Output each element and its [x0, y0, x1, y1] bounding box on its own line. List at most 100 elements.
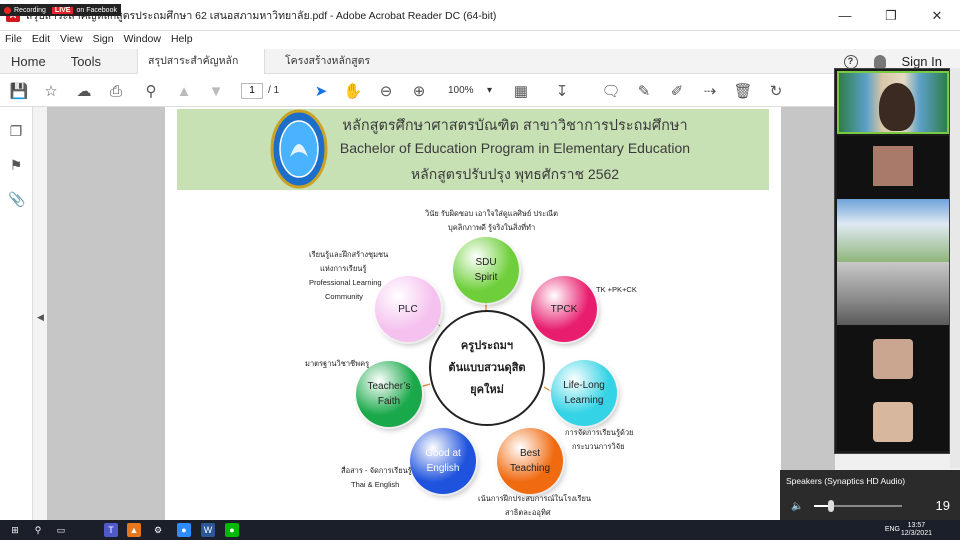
recording-label: Recording [14, 6, 46, 14]
tab-tools[interactable]: Tools [57, 54, 115, 69]
word-icon[interactable]: W [201, 523, 215, 537]
video-participants-panel [834, 68, 950, 454]
settings-gear-icon[interactable]: ⚙ [151, 523, 165, 537]
document-tab-active[interactable]: สรุปสาระสำคัญหลักสูต... ✕ [137, 48, 266, 92]
chevron-left-icon: ◀ [37, 312, 44, 322]
zoom-in-icon[interactable]: ⊕ [410, 82, 428, 100]
task-view-icon[interactable]: ▭ [54, 523, 68, 537]
star-icon[interactable]: ☆ [42, 82, 60, 100]
print-icon[interactable]: ⎙ [107, 82, 125, 100]
bookmark-icon[interactable]: ⚑ [8, 157, 24, 173]
restore-button[interactable]: ❐ [868, 0, 914, 31]
clock-date: 12/3/2021 [900, 530, 932, 537]
menu-file[interactable]: File [0, 31, 27, 49]
sign-in-link[interactable]: Sign In [902, 54, 942, 69]
select-cursor-icon[interactable]: ➤ [312, 82, 330, 100]
bell-icon[interactable] [873, 55, 886, 68]
sign-pen-icon[interactable]: ✐ [668, 82, 686, 100]
windows-start-icon[interactable]: ⊞ [8, 523, 22, 537]
title-bar: A สรุปสาระสำคัญหลักสูตรประถมศึกษา 62 เสน… [0, 0, 960, 31]
best-annotation-1: เน้นการฝึกประสบการณ์ในโรงเรียน [478, 494, 592, 503]
menu-bar: File Edit View Sign Window Help [0, 31, 960, 49]
vlc-icon[interactable]: ▲ [127, 523, 141, 537]
center-line-1: ครูประถมฯ [460, 340, 514, 352]
header-title-thai: หลักสูตรศึกษาศาสตรบัณฑิต สาขาวิชาการประถ… [342, 118, 688, 134]
next-page-icon[interactable]: ▼ [207, 82, 225, 100]
menu-view[interactable]: View [55, 31, 88, 49]
input-language[interactable]: ENG [885, 526, 900, 533]
left-navigation-panel: ❐ ⚑ 📎 [0, 107, 33, 520]
participant-video-6[interactable] [837, 388, 949, 451]
plc-annotation-4: Community [325, 292, 363, 301]
faith-label-1: Teacher’s [367, 381, 411, 392]
center-line-3: ยุคใหม่ [470, 384, 504, 396]
zoom-app-icon[interactable]: ● [177, 523, 191, 537]
participant-video-4[interactable] [837, 262, 949, 325]
search-icon[interactable]: ⚲ [31, 523, 45, 537]
scroll-mode-icon[interactable]: ↧ [553, 82, 571, 100]
menu-window[interactable]: Window [119, 31, 166, 49]
save-icon[interactable]: 💾 [10, 82, 29, 100]
zoom-out-icon[interactable]: ⊖ [377, 82, 395, 100]
menu-help[interactable]: Help [166, 31, 198, 49]
zoom-select[interactable]: 100% ▾ [440, 83, 496, 99]
page-total: / 1 [268, 85, 280, 96]
best-teaching-circle: Best Teaching [497, 428, 563, 494]
participant-avatar-6 [873, 402, 913, 442]
trash-icon[interactable]: 🗑 [733, 82, 752, 100]
comment-icon[interactable]: 🗨 [601, 82, 620, 100]
volume-slider-thumb[interactable] [827, 500, 834, 512]
page-layout-icon[interactable]: ▦ [512, 82, 530, 100]
minimize-button[interactable]: — [822, 0, 868, 31]
live-badge: LIVE [51, 6, 74, 14]
system-clock[interactable]: 13:57 12/3/2021 [901, 522, 932, 538]
faith-annotation: มาตรฐานวิชาชีพครู [305, 359, 370, 368]
volume-flyout: Speakers (Synaptics HD Audio) 🔈 19 [780, 470, 960, 520]
university-seal-logo [270, 109, 328, 189]
lifelong-label-2: Learning [564, 395, 604, 406]
participant-video-2[interactable] [837, 136, 949, 199]
lifelong-annotation-2: กระบวนการวิจัย [572, 442, 625, 451]
menu-sign[interactable]: Sign [88, 31, 119, 49]
document-tab[interactable]: โครงสร้างหลักสูตรประ... [265, 49, 393, 92]
participant-video-3[interactable] [837, 199, 949, 262]
panel-collapse-handle[interactable]: ◀ [33, 107, 47, 520]
hand-tool-icon[interactable]: ✋ [344, 82, 363, 100]
tab-home[interactable]: Home [0, 54, 57, 69]
audio-device-label: Speakers (Synaptics HD Audio) [786, 476, 906, 486]
paperclip-icon[interactable]: 📎 [8, 191, 25, 207]
highlight-pen-icon[interactable]: ✎ [635, 82, 653, 100]
participant-video-active-speaker[interactable] [837, 71, 949, 134]
zoom-search-icon[interactable]: ⚲ [142, 82, 160, 100]
sdu-annotation-1: วินัย รับผิดชอบ เอาใจใส่ดูแลศิษย์ ประณีต [425, 209, 559, 218]
platform-label: on Facebook [76, 6, 117, 14]
menu-edit[interactable]: Edit [27, 31, 55, 49]
page-number-input[interactable]: 1 [241, 83, 263, 99]
zoom-value: 100% [448, 85, 474, 96]
prev-page-icon[interactable]: ▲ [175, 82, 193, 100]
good-label-2: English [426, 463, 460, 474]
screen: A สรุปสาระสำคัญหลักสูตรประถมศึกษา 62 เสน… [0, 0, 960, 540]
clock-time: 13:57 [907, 522, 926, 529]
plc-annotation-2: แห่งการเรียนรู้ [320, 264, 367, 273]
good-at-english-circle: Good at English [410, 428, 476, 494]
toolbar: 💾 ☆ ☁ ⎙ ⚲ ▲ ▼ 1 / 1 ➤ ✋ ⊖ ⊕ 100% ▾ ▦ ↧ 🗨 … [0, 74, 960, 107]
upload-cloud-icon[interactable]: ☁ [75, 82, 93, 100]
pages-icon[interactable]: ❐ [8, 123, 24, 139]
help-icon[interactable]: ? [843, 54, 858, 69]
english-annotation-1: สื่อสาร - จัดการเรียนรู้ [341, 466, 412, 475]
header-subtitle: หลักสูตรปรับปรุง พุทธศักราช 2562 [410, 166, 620, 182]
best-label-1: Best [519, 448, 540, 459]
tpck-circle: TPCK [531, 276, 597, 342]
line-app-icon[interactable]: ● [225, 523, 239, 537]
sdu-label-2: Spirit [474, 272, 498, 283]
right-edge-strip [950, 68, 960, 468]
rotate-icon[interactable]: ↻ [767, 82, 785, 100]
participant-video-5[interactable] [837, 325, 949, 388]
teams-icon[interactable]: T [104, 523, 118, 537]
share-icon[interactable]: ⇢ [701, 82, 719, 100]
close-button[interactable]: ✕ [914, 0, 960, 31]
good-label-1: Good at [425, 448, 461, 459]
best-label-2: Teaching [509, 463, 551, 474]
speaker-icon[interactable]: 🔈 [791, 501, 803, 512]
